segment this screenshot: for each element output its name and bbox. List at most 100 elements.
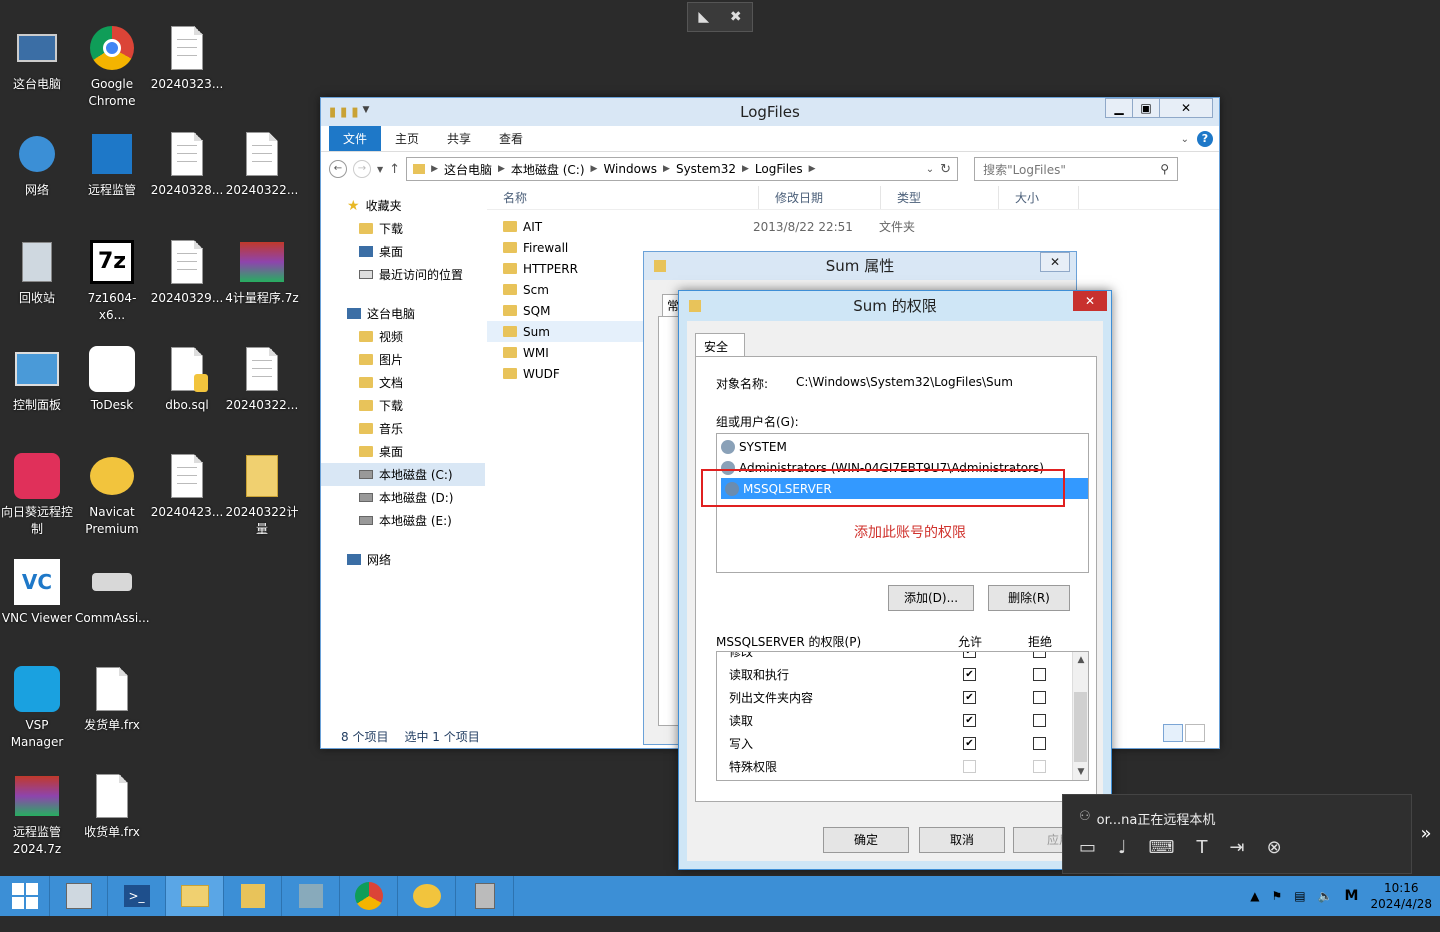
allow-checkbox[interactable]: ✔ <box>963 652 976 658</box>
nav-drive-d[interactable]: 本地磁盘 (D:) <box>321 486 487 509</box>
taskbar-package[interactable] <box>282 876 340 916</box>
remove-button[interactable]: 删除(R) <box>988 585 1070 611</box>
network-status-icon[interactable]: ▤ <box>1294 889 1305 903</box>
file-row-wudf[interactable]: WUDF <box>487 363 647 384</box>
file-row-wmi[interactable]: WMI <box>487 342 647 363</box>
desktop-icon-7z-installer[interactable]: 7z 7z1604-x6... <box>75 238 149 324</box>
volume-icon[interactable]: 🔈 <box>1318 889 1333 903</box>
close-button[interactable]: ✕ <box>1040 252 1070 272</box>
minimize-button[interactable]: ▁ <box>1105 98 1133 118</box>
nav-network[interactable]: 网络 <box>321 548 487 571</box>
search-icon[interactable]: ⚲ <box>1160 162 1169 176</box>
refresh-icon[interactable]: ↻ <box>940 162 951 177</box>
desktop-icon-navicat[interactable]: Navicat Premium <box>75 452 149 538</box>
desktop-icon-metering-7z[interactable]: 4计量程序.7z <box>225 238 299 307</box>
desktop-icon-receiving-frx[interactable]: 收货单.frx <box>75 772 149 841</box>
desktop-icon-file-20240329[interactable]: 20240329... <box>150 238 224 307</box>
nav-fav-desktop[interactable]: 桌面 <box>321 240 487 263</box>
up-icon[interactable]: ↑ <box>389 162 400 177</box>
file-row-sum[interactable]: Sum <box>487 321 647 342</box>
breadcrumb-system32[interactable]: System32 <box>676 162 736 176</box>
allow-checkbox[interactable]: ✔ <box>963 714 976 727</box>
desktop-icon-metering-folder[interactable]: 20240322计量 <box>225 452 299 538</box>
allow-checkbox[interactable]: ✔ <box>963 691 976 704</box>
nav-desktop[interactable]: 桌面 <box>321 440 487 463</box>
tab-home[interactable]: 主页 <box>381 126 433 151</box>
tab-share[interactable]: 共享 <box>433 126 485 151</box>
chevron-down-icon[interactable]: ⌄ <box>926 164 934 175</box>
deny-checkbox[interactable] <box>1033 691 1046 704</box>
file-transfer-icon[interactable]: ⇥ <box>1230 837 1245 858</box>
microphone-icon[interactable]: ♩ <box>1118 837 1127 858</box>
allow-checkbox[interactable]: ✔ <box>963 668 976 681</box>
user-row-system[interactable]: SYSTEM <box>717 436 1088 457</box>
help-icon[interactable]: ? <box>1197 131 1213 147</box>
close-button[interactable]: ✕ <box>1073 291 1107 311</box>
desktop-icon-archive[interactable]: 远程监管2024.7z <box>0 772 74 858</box>
keyboard-icon[interactable]: ⌨ <box>1149 837 1175 858</box>
scrollbar[interactable]: ▲ ▼ <box>1072 652 1088 780</box>
search-input[interactable]: 搜索"LogFiles" ⚲ <box>974 157 1179 181</box>
back-button[interactable]: ← <box>329 160 347 178</box>
nav-music[interactable]: 音乐 <box>321 417 487 440</box>
desktop-icon-recycle-bin[interactable]: 回收站 <box>0 238 74 307</box>
scroll-thumb[interactable] <box>1074 692 1087 762</box>
file-row-firewall[interactable]: Firewall <box>487 237 647 258</box>
deny-checkbox[interactable] <box>1033 760 1046 773</box>
taskbar-chrome[interactable] <box>340 876 398 916</box>
desktop-icon-remote-monitor[interactable]: 远程监管 <box>75 130 149 199</box>
close-circle-icon[interactable]: ⊗ <box>1267 837 1282 858</box>
large-icons-view-icon[interactable] <box>1185 724 1205 742</box>
desktop-icon-vnc-viewer[interactable]: VC VNC Viewer <box>0 558 74 627</box>
column-type[interactable]: 类型 <box>881 186 999 209</box>
maximize-button[interactable]: ▣ <box>1132 98 1160 118</box>
desktop-icon-file-20240328[interactable]: 20240328... <box>150 130 224 199</box>
breadcrumb-this-pc[interactable]: 这台电脑 <box>444 161 492 178</box>
tab-security[interactable]: 安全 <box>695 333 745 357</box>
text-icon[interactable]: T <box>1197 837 1208 858</box>
nav-downloads[interactable]: 下载 <box>321 394 487 417</box>
properties-titlebar[interactable]: Sum 属性 ✕ <box>644 252 1076 280</box>
pin-icon[interactable]: ◣ <box>698 9 709 25</box>
close-icon[interactable]: ✖ <box>730 9 742 25</box>
allow-checkbox[interactable]: ✔ <box>963 737 976 750</box>
details-view-icon[interactable] <box>1163 724 1183 742</box>
desktop-icon-commassistant[interactable]: CommAssi... <box>75 558 150 627</box>
desktop-icon-file-20240423[interactable]: 20240423... <box>150 452 224 521</box>
taskbar-server-manager[interactable] <box>50 876 108 916</box>
cancel-button[interactable]: 取消 <box>919 827 1005 853</box>
recent-locations-icon[interactable]: ▼ <box>377 165 383 174</box>
scroll-down-icon[interactable]: ▼ <box>1073 764 1088 780</box>
nav-drive-e[interactable]: 本地磁盘 (E:) <box>321 509 487 532</box>
nav-fav-recent[interactable]: 最近访问的位置 <box>321 263 487 286</box>
address-bar[interactable]: ▶ 这台电脑 ▶ 本地磁盘 (C:) ▶ Windows ▶ System32 … <box>406 157 959 181</box>
desktop-icon-sunlogin[interactable]: 向日葵远程控制 <box>0 452 74 538</box>
desktop-icon-this-pc[interactable]: 这台电脑 <box>0 24 74 93</box>
file-row-httperr[interactable]: HTTPERR <box>487 258 647 279</box>
deny-checkbox[interactable] <box>1033 652 1046 658</box>
desktop-icon-todesk[interactable]: ToDesk <box>75 345 149 414</box>
taskbar-app[interactable] <box>456 876 514 916</box>
nav-videos[interactable]: 视频 <box>321 325 487 348</box>
taskbar-tool[interactable] <box>224 876 282 916</box>
start-button[interactable] <box>0 876 50 916</box>
clock[interactable]: 10:16 2024/4/28 <box>1370 880 1432 912</box>
column-size[interactable]: 大小 <box>999 186 1079 209</box>
desktop-icon-file-20240322b[interactable]: 20240322... <box>225 345 299 414</box>
expand-panel-button[interactable]: » <box>1412 794 1440 874</box>
breadcrumb-logfiles[interactable]: LogFiles <box>755 162 803 176</box>
add-button[interactable]: 添加(D)... <box>888 585 974 611</box>
nav-favorites[interactable]: ★ 收藏夹 <box>321 194 487 217</box>
forward-button[interactable]: → <box>353 160 371 178</box>
desktop-icon-dbo-sql[interactable]: dbo.sql <box>150 345 224 414</box>
flag-icon[interactable]: ⚑ <box>1271 889 1282 903</box>
breadcrumb-drive-c[interactable]: 本地磁盘 (C:) <box>511 161 585 178</box>
scroll-up-icon[interactable]: ▲ <box>1073 652 1088 668</box>
column-date-modified[interactable]: 修改日期 <box>759 186 881 209</box>
taskbar-powershell[interactable]: >_ <box>108 876 166 916</box>
tray-expand-icon[interactable]: ▲ <box>1250 889 1259 903</box>
column-name[interactable]: 名称 <box>487 186 759 209</box>
deny-checkbox[interactable] <box>1033 714 1046 727</box>
tab-view[interactable]: 查看 <box>485 126 537 151</box>
desktop-icon-network[interactable]: 网络 <box>0 130 74 199</box>
